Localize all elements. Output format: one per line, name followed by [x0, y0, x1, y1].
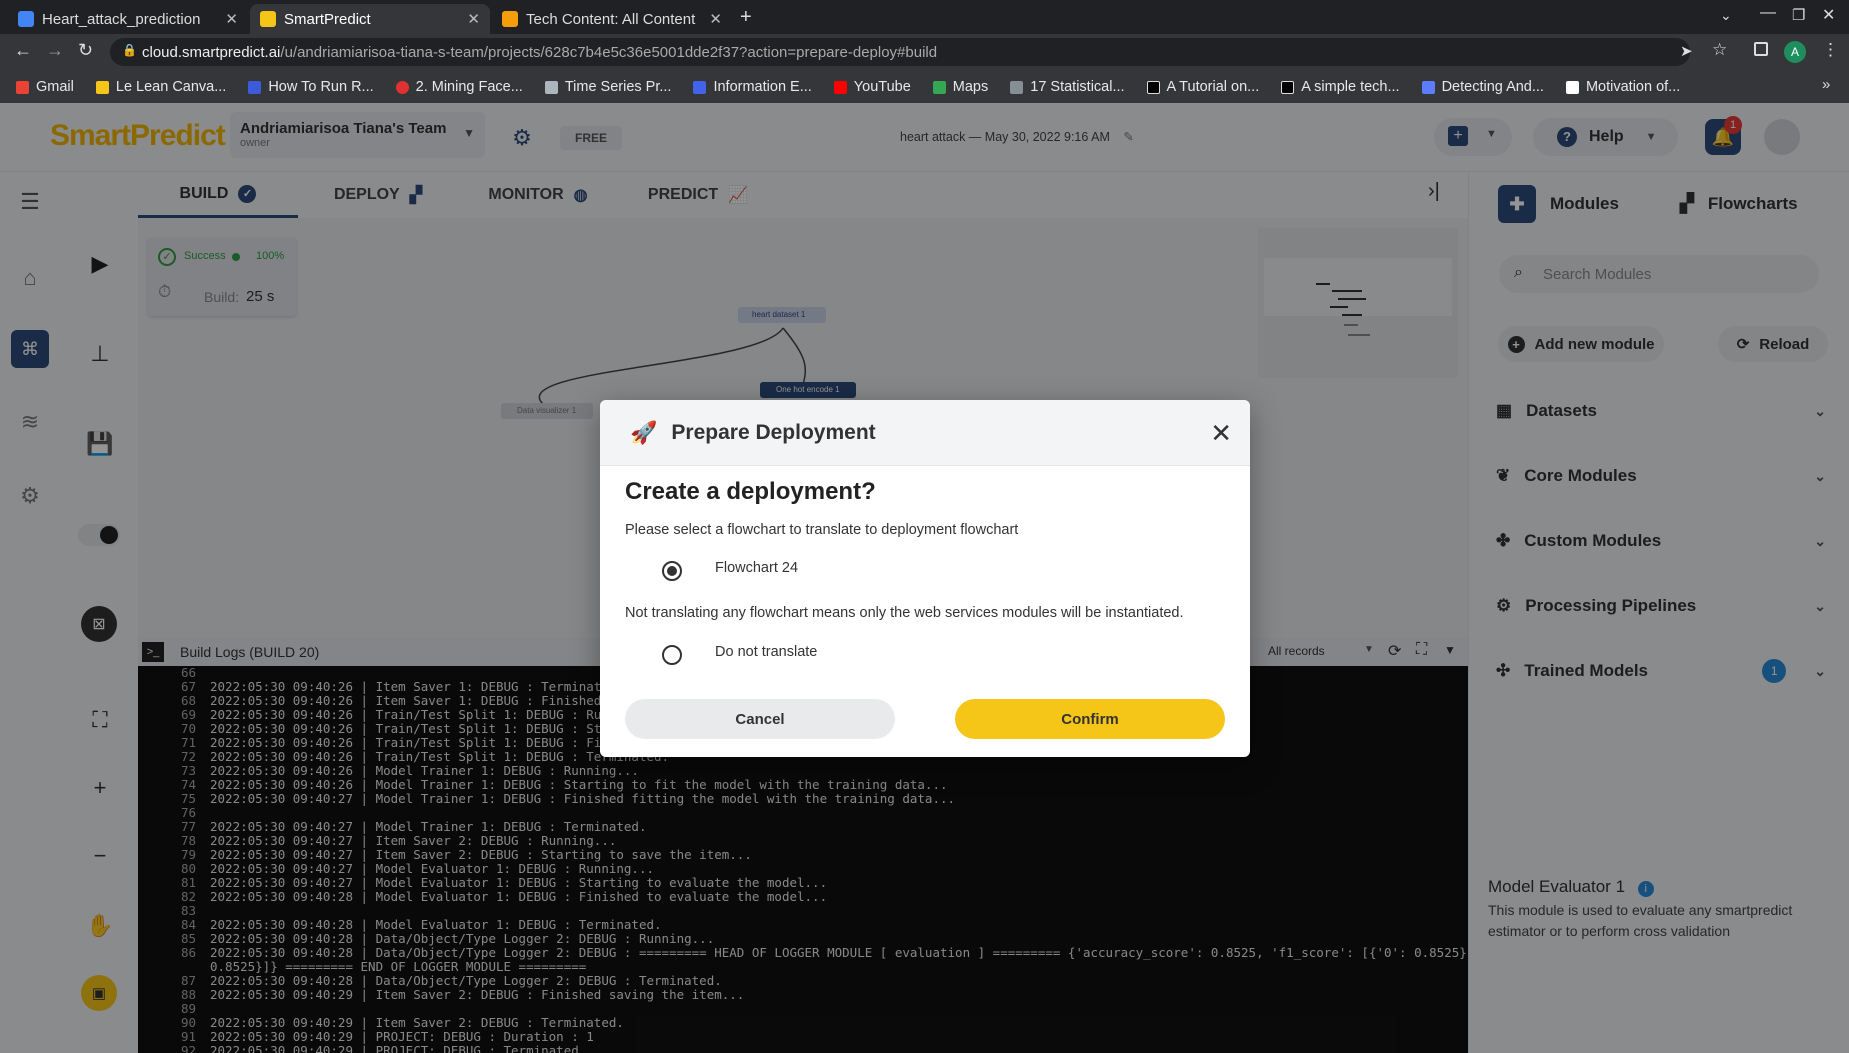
dialog-header: 🚀 Prepare Deployment: [600, 400, 1250, 466]
sidebar-icon[interactable]: [1754, 42, 1768, 56]
dialog-question: Create a deployment?: [625, 478, 876, 505]
prepare-deployment-dialog: 🚀 Prepare Deployment ✕ Create a deployme…: [600, 400, 1250, 757]
restore-icon[interactable]: ❐: [1792, 6, 1805, 24]
new-tab-icon[interactable]: +: [740, 6, 752, 29]
bookmark-detecting[interactable]: Detecting And...: [1421, 79, 1544, 95]
close-window-icon[interactable]: ✕: [1822, 5, 1835, 25]
dialog-note: Not translating any flowchart means only…: [625, 605, 1184, 621]
bookmarks-bar: Gmail Le Lean Canva... How To Run R... 2…: [0, 71, 1849, 103]
bookmark-lean-canvas[interactable]: Le Lean Canva...: [95, 79, 226, 95]
bookmark-mining-face[interactable]: 2. Mining Face...: [395, 79, 523, 95]
browser-tab-smartpredict[interactable]: SmartPredict ✕: [250, 4, 490, 34]
bookmark-motivation[interactable]: Motivation of...: [1565, 79, 1680, 95]
radio-label-do-not-translate[interactable]: Do not translate: [715, 644, 817, 660]
bookmark-time-series[interactable]: Time Series Pr...: [544, 79, 671, 95]
tab-title: Heart_attack_prediction: [42, 10, 201, 28]
tech-favicon-icon: [502, 11, 518, 27]
browser-tab-tech-content[interactable]: Tech Content: All Content ✕: [492, 4, 732, 34]
bookmark-tutorial[interactable]: A Tutorial on...: [1146, 79, 1259, 95]
profile-avatar[interactable]: A: [1784, 41, 1806, 63]
confirm-button[interactable]: Confirm: [955, 699, 1225, 739]
cast-icon[interactable]: ➤: [1680, 42, 1693, 60]
reload-icon[interactable]: ↻: [78, 40, 93, 61]
bookmark-how-to-run[interactable]: How To Run R...: [248, 79, 374, 95]
tab-title: Tech Content: All Content: [526, 10, 696, 28]
radio-do-not-translate[interactable]: [662, 645, 682, 665]
bookmark-statistical[interactable]: 17 Statistical...: [1010, 79, 1125, 95]
dialog-title: Prepare Deployment: [671, 420, 876, 444]
more-bookmarks-icon[interactable]: »: [1822, 76, 1830, 93]
lock-icon: 🔒: [122, 43, 137, 57]
tab-title: SmartPredict: [284, 10, 371, 28]
address-bar[interactable]: 🔒 cloud.smartpredict.ai/u/andriamiarisoa…: [110, 38, 1690, 66]
url-path: /u/andriamiarisoa-tiana-s-team/projects/…: [280, 43, 938, 61]
rocket-icon: 🚀: [630, 419, 658, 445]
close-tab-icon[interactable]: ✕: [225, 10, 238, 28]
radio-flowchart-24[interactable]: [662, 561, 682, 581]
close-tab-icon[interactable]: ✕: [467, 10, 480, 28]
bookmark-information[interactable]: Information E...: [693, 79, 812, 95]
minimize-icon[interactable]: —: [1760, 4, 1776, 22]
dialog-instruction: Please select a flowchart to translate t…: [625, 522, 1019, 538]
bookmark-youtube[interactable]: YouTube: [833, 79, 911, 95]
bookmark-gmail[interactable]: Gmail: [16, 79, 74, 95]
cancel-button[interactable]: Cancel: [625, 699, 895, 739]
browser-tab-heart-attack[interactable]: Heart_attack_prediction ✕: [8, 4, 248, 34]
smartpredict-favicon-icon: [260, 11, 276, 27]
docs-favicon-icon: [18, 11, 34, 27]
back-icon[interactable]: ←: [14, 40, 32, 61]
bookmark-maps[interactable]: Maps: [932, 79, 988, 95]
forward-icon[interactable]: →: [46, 40, 64, 61]
tab-search-icon[interactable]: ⌄: [1720, 7, 1732, 24]
close-dialog-icon[interactable]: ✕: [1210, 418, 1232, 449]
bookmark-star-icon[interactable]: ☆: [1712, 40, 1727, 60]
radio-label-flowchart-24[interactable]: Flowchart 24: [715, 560, 798, 576]
close-tab-icon[interactable]: ✕: [709, 10, 722, 28]
bookmark-simple-tech[interactable]: A simple tech...: [1281, 79, 1400, 95]
browser-menu-icon[interactable]: ⋮: [1822, 40, 1839, 60]
url-host: cloud.smartpredict.ai: [142, 43, 281, 61]
